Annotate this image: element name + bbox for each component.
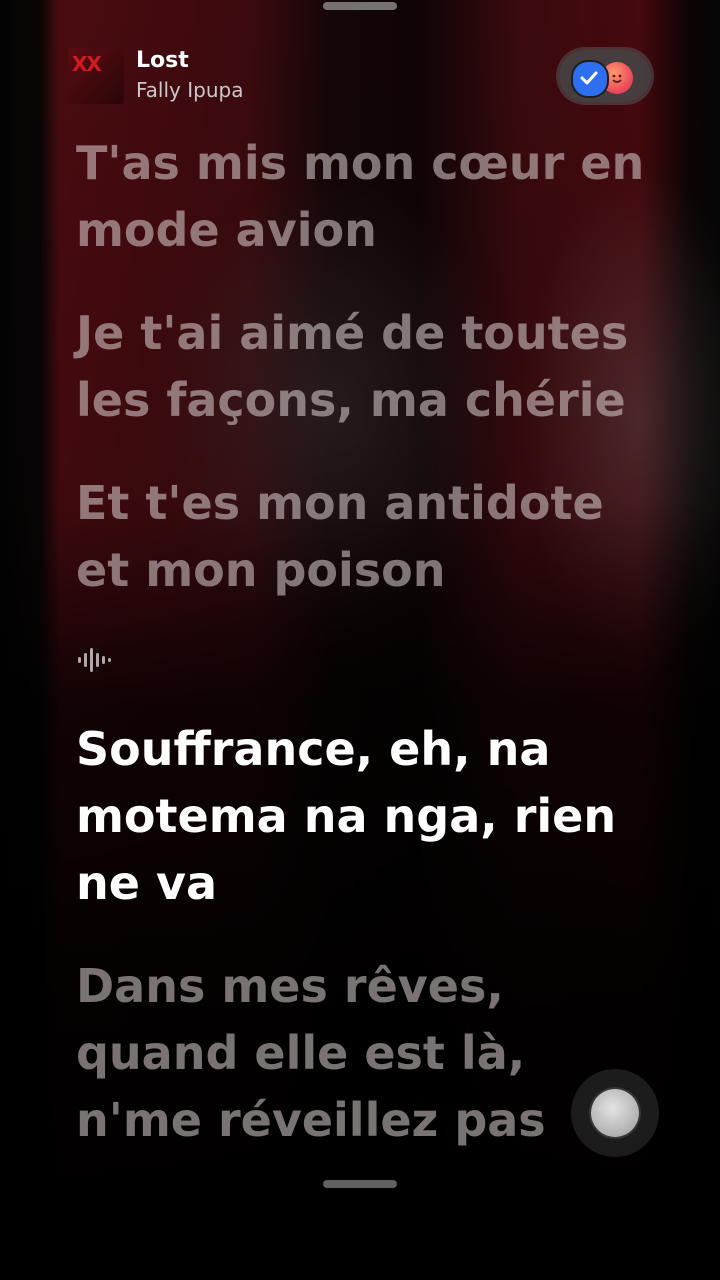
album-cover[interactable]: XX: [68, 48, 124, 104]
now-playing-header: XX Lost Fally Ipupa: [68, 46, 658, 108]
lyric-line[interactable]: T'as mis mon cœur en mode avion: [76, 130, 676, 264]
share-button[interactable]: [559, 50, 651, 102]
album-cover-logo: XX: [72, 52, 102, 76]
lyrics-list: T'as mis mon cœur en mode avion Je t'ai …: [76, 130, 676, 604]
audio-wave-icon: [78, 645, 111, 675]
assistive-touch-icon: [591, 1089, 639, 1137]
check-icon: [571, 60, 609, 98]
assistive-touch-button[interactable]: [571, 1069, 659, 1157]
drag-handle-top[interactable]: [323, 2, 397, 10]
song-title: Lost: [136, 48, 189, 73]
lyric-line-active[interactable]: Souffrance, eh, na motema na nga, rien n…: [76, 716, 676, 917]
song-artist[interactable]: Fally Ipupa: [136, 78, 243, 102]
drag-handle-bottom[interactable]: [323, 1180, 397, 1188]
lyric-line[interactable]: Je t'ai aimé de toutes les façons, ma ch…: [76, 300, 676, 434]
lyric-line[interactable]: Et t'es mon antidote et mon poison: [76, 470, 676, 604]
